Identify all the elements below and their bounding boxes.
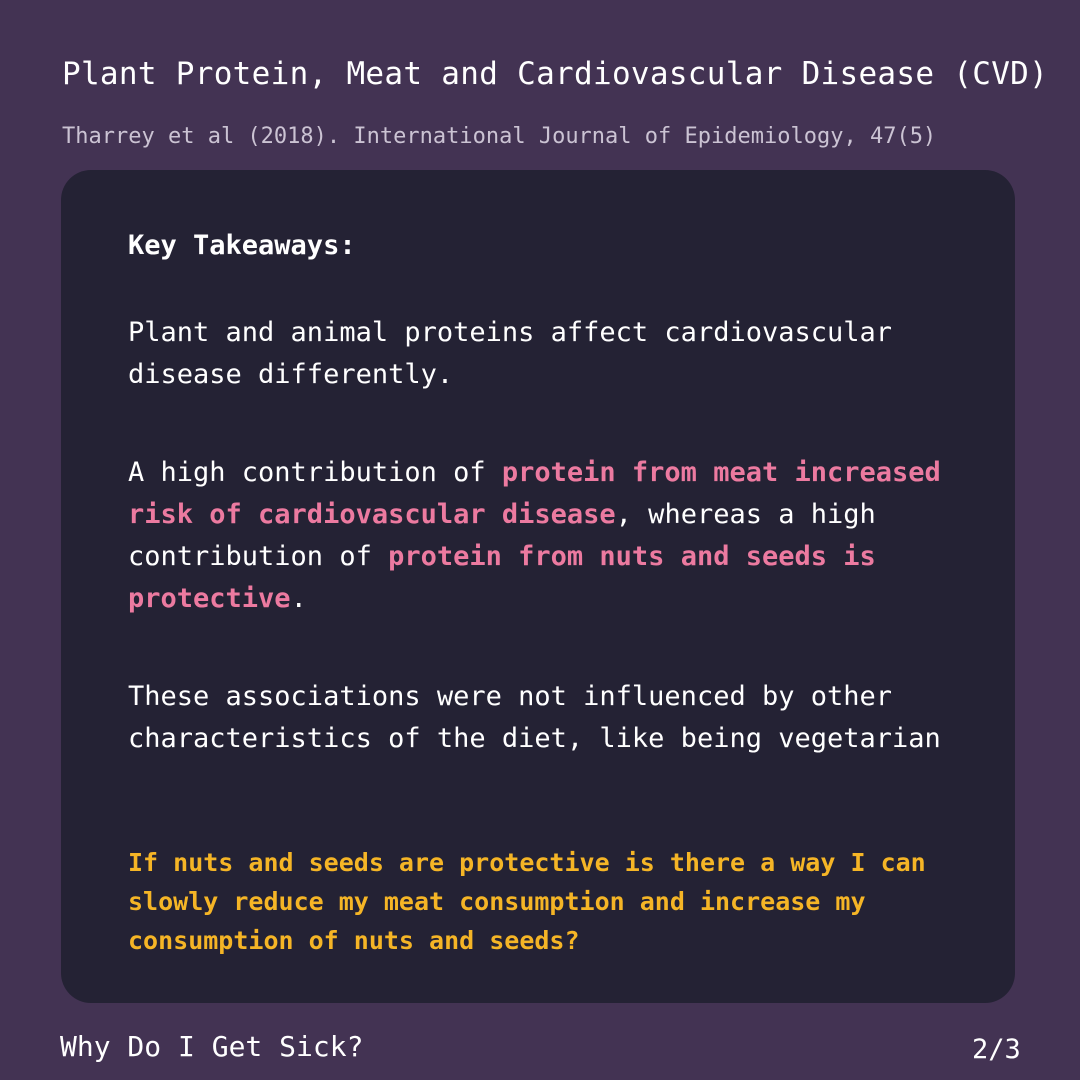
page-title: Plant Protein, Meat and Cardiovascular D…: [62, 56, 1049, 92]
brand-name: Why Do I Get Sick?: [60, 1030, 364, 1063]
paragraph-text: .: [290, 583, 307, 614]
takeaway-paragraph-2: A high contribution of protein from meat…: [128, 452, 998, 620]
takeaway-paragraph-1: Plant and animal proteins affect cardiov…: [128, 317, 893, 390]
citation: Tharrey et al (2018). International Jour…: [62, 124, 937, 149]
card-heading: Key Takeaways:: [128, 230, 356, 261]
reflection-question: If nuts and seeds are protective is ther…: [128, 848, 926, 955]
page-indicator: 2/3: [972, 1034, 1021, 1065]
takeaway-paragraph-3: These associations were not influenced b…: [128, 681, 941, 754]
paragraph-text: A high contribution of: [128, 457, 502, 488]
